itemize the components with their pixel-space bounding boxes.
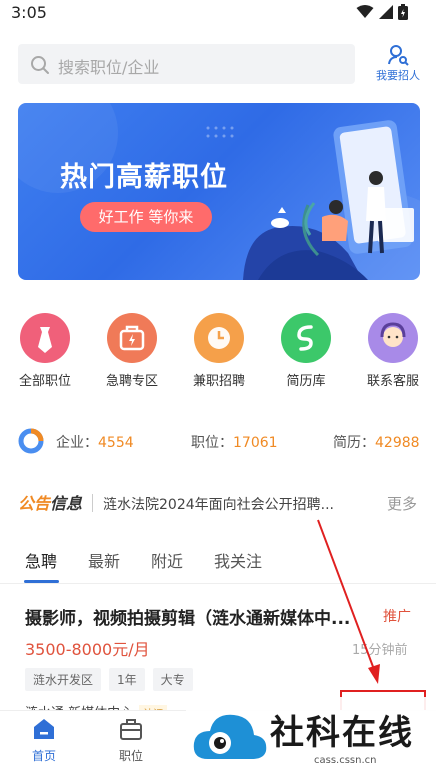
notice-badge: 公告信息	[18, 494, 83, 513]
status-time: 3:05	[11, 3, 47, 22]
stats-row: 企业：4554 职位：17061 简历：42988	[0, 422, 436, 462]
status-icons	[356, 4, 408, 20]
tabbar-home[interactable]: 首页	[14, 717, 74, 764]
tab-indicator	[24, 580, 59, 583]
banner-pill: 好工作 等你来	[80, 202, 212, 232]
search-input[interactable]: 搜索职位/企业	[18, 44, 355, 84]
job-tabs: 急聘 最新 附近 我关注	[0, 540, 436, 584]
service-icon	[368, 313, 418, 363]
stat-companies: 企业：4554	[56, 435, 134, 451]
nav-label: 简历库	[286, 374, 326, 389]
nav-resume-library[interactable]: 简历库	[266, 305, 346, 389]
urgent-bag-icon	[107, 313, 157, 363]
job-promo-badge: 推广	[383, 609, 411, 625]
nav-label: 全部职位	[18, 374, 71, 389]
tab-following[interactable]: 我关注	[214, 548, 262, 572]
recruiter-icon	[388, 45, 409, 66]
notice-more-link[interactable]: 更多	[387, 493, 417, 514]
nav-customer-service[interactable]: 联系客服	[353, 305, 433, 389]
home-icon	[34, 719, 54, 739]
tab-nearby[interactable]: 附近	[151, 548, 183, 572]
job-tags: 涟水开发区 1年 大专	[25, 668, 193, 691]
stat-jobs: 职位：17061	[191, 435, 278, 451]
banner-title: 热门高薪职位	[60, 162, 228, 193]
resume-icon	[281, 313, 331, 363]
job-tag: 大专	[152, 668, 193, 691]
tabbar-jobs[interactable]: 职位	[101, 717, 161, 764]
nav-part-time[interactable]: 兼职招聘	[179, 305, 259, 389]
nav-label: 兼职招聘	[192, 374, 245, 389]
nav-all-jobs[interactable]: 全部职位	[5, 305, 85, 389]
tie-icon	[20, 313, 70, 363]
search-placeholder: 搜索职位/企业	[58, 58, 160, 77]
nav-label: 急聘专区	[105, 374, 158, 389]
recruit-button[interactable]: 我要招人	[366, 42, 430, 86]
clock-icon	[194, 313, 244, 363]
job-tag: 涟水开发区	[25, 668, 102, 691]
quick-nav: 全部职位 急聘专区 兼职招聘 简历库 联系客服	[0, 305, 436, 395]
stats-logo-icon	[18, 428, 44, 454]
watermark: 社科在线 cass.cssn.cn	[186, 697, 436, 775]
search-icon	[31, 56, 49, 74]
notice-text[interactable]: 涟水法院2024年面向社会公开招聘...	[103, 494, 361, 514]
recruit-label: 我要招人	[376, 69, 420, 82]
watermark-cloud-logo	[193, 714, 267, 759]
notice-row[interactable]: 公告信息 涟水法院2024年面向社会公开招聘... 更多	[0, 486, 436, 520]
tab-urgent[interactable]: 急聘	[25, 548, 57, 572]
notice-divider	[92, 494, 93, 512]
job-tag: 1年	[109, 668, 145, 691]
search-row: 搜索职位/企业 我要招人	[0, 38, 436, 92]
stat-companies-value: 4554	[98, 435, 134, 451]
wifi-icon	[356, 5, 374, 18]
watermark-text: 社科在线	[270, 713, 414, 753]
job-title: 摄影师，视频拍摄剪辑（涟水通新媒体中...	[25, 609, 351, 629]
signal-icon	[379, 5, 393, 19]
briefcase-icon	[120, 719, 142, 740]
stat-resumes-value: 42988	[375, 435, 420, 451]
job-time: 15分钟前	[352, 643, 408, 658]
job-salary: 3500-8000元/月	[25, 640, 150, 659]
watermark-url: cass.cssn.cn	[314, 755, 377, 766]
status-bar: 3:05	[0, 0, 436, 26]
nav-urgent[interactable]: 急聘专区	[92, 305, 172, 389]
tab-latest[interactable]: 最新	[88, 548, 120, 572]
stat-resumes: 简历：42988	[333, 435, 420, 451]
tabbar-home-label: 首页	[31, 749, 56, 763]
stat-jobs-value: 17061	[233, 435, 278, 451]
nav-label: 联系客服	[366, 374, 419, 389]
promo-banner[interactable]: 热门高薪职位 好工作 等你来	[18, 103, 420, 280]
battery-icon	[398, 4, 408, 20]
tabbar-jobs-label: 职位	[118, 749, 143, 763]
